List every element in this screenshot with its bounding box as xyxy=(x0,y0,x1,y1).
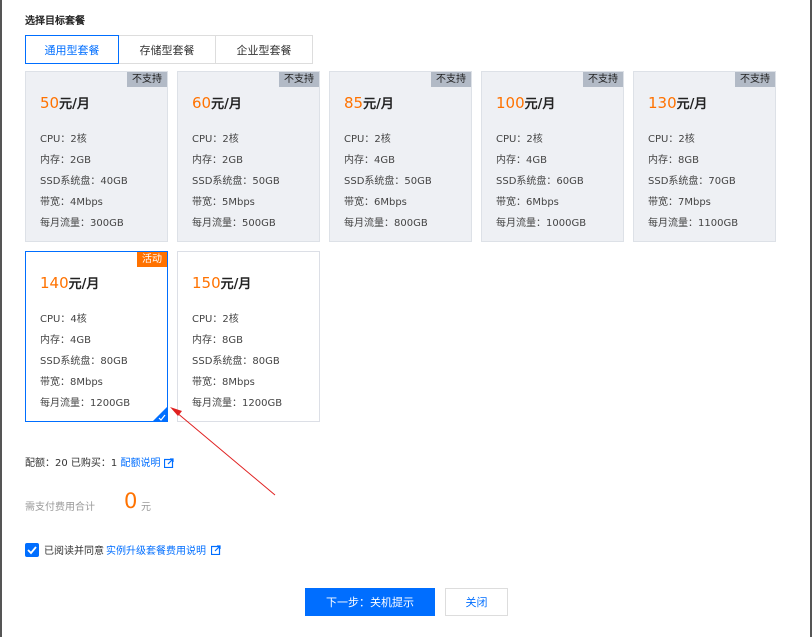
package-price: 140元/月 xyxy=(40,274,100,292)
package-card-60[interactable]: 不支持 60元/月 CPU：2核 内存：2GB SSD系统盘：50GB 带宽：5… xyxy=(177,71,320,242)
spec-bandwidth: 带宽：6Mbps xyxy=(344,197,407,208)
spec-memory: 内存：4GB xyxy=(496,155,547,166)
package-price: 85元/月 xyxy=(344,94,394,112)
spec-cpu: CPU：2核 xyxy=(40,134,87,145)
package-card-50[interactable]: 不支持 50元/月 CPU：2核 内存：2GB SSD系统盘：40GB 带宽：4… xyxy=(25,71,168,242)
spec-disk: SSD系统盘：70GB xyxy=(648,176,736,187)
package-card-150[interactable]: 150元/月 CPU：2核 内存：8GB SSD系统盘：80GB 带宽：8Mbp… xyxy=(177,251,320,422)
next-shutdown-prompt-button[interactable]: 下一步：关机提示 xyxy=(305,588,435,616)
spec-cpu: CPU：2核 xyxy=(192,134,239,145)
package-card-130[interactable]: 不支持 130元/月 CPU：2核 内存：8GB SSD系统盘：70GB 带宽：… xyxy=(633,71,776,242)
unsupported-badge: 不支持 xyxy=(735,72,775,87)
spec-disk: SSD系统盘：50GB xyxy=(192,176,280,187)
spec-cpu: CPU：2核 xyxy=(192,314,239,325)
spec-traffic: 每月流量：500GB xyxy=(192,218,276,229)
close-button[interactable]: 关闭 xyxy=(445,588,508,616)
fee-total-amount: 0 xyxy=(124,489,138,513)
package-price: 100元/月 xyxy=(496,94,556,112)
spec-bandwidth: 带宽：8Mbps xyxy=(192,377,255,388)
tab-storage[interactable]: 存储型套餐 xyxy=(118,35,216,64)
spec-traffic: 每月流量：300GB xyxy=(40,218,124,229)
spec-memory: 内存：4GB xyxy=(344,155,395,166)
spec-cpu: CPU：2核 xyxy=(344,134,391,145)
spec-disk: SSD系统盘：40GB xyxy=(40,176,128,187)
section-title: 选择目标套餐 xyxy=(25,16,85,27)
spec-traffic: 每月流量：1200GB xyxy=(40,398,131,409)
spec-bandwidth: 带宽：6Mbps xyxy=(496,197,559,208)
quota-help-link[interactable]: 配额说明 xyxy=(120,458,160,469)
unsupported-badge: 不支持 xyxy=(583,72,623,87)
selected-check-icon xyxy=(153,407,167,421)
fee-total-label: 需支付费用合计 xyxy=(25,502,95,513)
spec-cpu: CPU：2核 xyxy=(648,134,695,145)
dialog-frame-left xyxy=(0,0,2,637)
spec-memory: 内存：8GB xyxy=(192,335,243,346)
spec-memory: 内存：8GB xyxy=(648,155,699,166)
package-card-85[interactable]: 不支持 85元/月 CPU：2核 内存：4GB SSD系统盘：50GB 带宽：6… xyxy=(329,71,472,242)
agreement-text: 已阅读并同意 xyxy=(44,546,104,557)
spec-disk: SSD系统盘：50GB xyxy=(344,176,432,187)
spec-traffic: 每月流量：1200GB xyxy=(192,398,283,409)
unsupported-badge: 不支持 xyxy=(127,72,167,87)
agreement-row: 已阅读并同意 实例升级套餐费用说明 xyxy=(25,542,221,557)
package-type-tabs: 通用型套餐 存储型套餐 企业型套餐 xyxy=(25,35,313,64)
checkmark-icon xyxy=(27,545,37,554)
spec-bandwidth: 带宽：5Mbps xyxy=(192,197,255,208)
tab-enterprise[interactable]: 企业型套餐 xyxy=(215,35,313,64)
external-link-icon[interactable] xyxy=(163,458,174,468)
spec-traffic: 每月流量：800GB xyxy=(344,218,428,229)
package-price: 50元/月 xyxy=(40,94,90,112)
spec-memory: 内存：2GB xyxy=(192,155,243,166)
spec-bandwidth: 带宽：8Mbps xyxy=(40,377,103,388)
upgrade-fee-doc-link[interactable]: 实例升级套餐费用说明 xyxy=(106,542,206,557)
spec-bandwidth: 带宽：4Mbps xyxy=(40,197,103,208)
spec-cpu: CPU：2核 xyxy=(496,134,543,145)
spec-memory: 内存：2GB xyxy=(40,155,91,166)
package-price: 150元/月 xyxy=(192,274,252,292)
spec-traffic: 每月流量：1100GB xyxy=(648,218,739,229)
fee-currency-unit: 元 xyxy=(141,502,151,513)
quota-text: 配额：20 已购买：1 xyxy=(25,458,118,469)
external-link-icon[interactable] xyxy=(211,544,221,555)
spec-disk: SSD系统盘：80GB xyxy=(40,356,128,367)
spec-memory: 内存：4GB xyxy=(40,335,91,346)
spec-disk: SSD系统盘：80GB xyxy=(192,356,280,367)
package-card-100[interactable]: 不支持 100元/月 CPU：2核 内存：4GB SSD系统盘：60GB 带宽：… xyxy=(481,71,624,242)
package-price: 60元/月 xyxy=(192,94,242,112)
spec-cpu: CPU：4核 xyxy=(40,314,87,325)
spec-bandwidth: 带宽：7Mbps xyxy=(648,197,711,208)
unsupported-badge: 不支持 xyxy=(279,72,319,87)
agreement-checkbox[interactable] xyxy=(25,542,39,557)
package-card-140[interactable]: 活动 140元/月 CPU：4核 内存：4GB SSD系统盘：80GB 带宽：8… xyxy=(25,251,168,422)
spec-disk: SSD系统盘：60GB xyxy=(496,176,584,187)
unsupported-badge: 不支持 xyxy=(431,72,471,87)
quota-info: 配额：20 已购买：1 配额说明 xyxy=(25,454,174,469)
package-price: 130元/月 xyxy=(648,94,708,112)
promotion-badge: 活动 xyxy=(137,252,167,267)
tab-general[interactable]: 通用型套餐 xyxy=(25,35,119,64)
spec-traffic: 每月流量：1000GB xyxy=(496,218,587,229)
